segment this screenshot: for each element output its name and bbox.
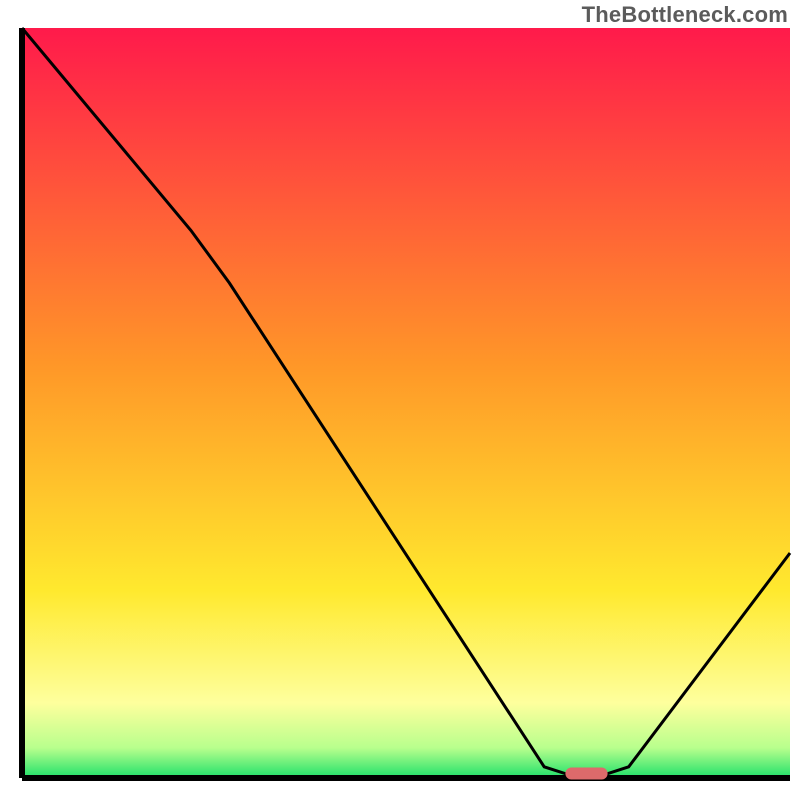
bottleneck-chart: [0, 0, 800, 800]
watermark-text: TheBottleneck.com: [582, 2, 788, 28]
optimal-point-marker: [565, 768, 607, 780]
gradient-background: [22, 28, 790, 778]
chart-container: { "watermark": "TheBottleneck.com", "col…: [0, 0, 800, 800]
